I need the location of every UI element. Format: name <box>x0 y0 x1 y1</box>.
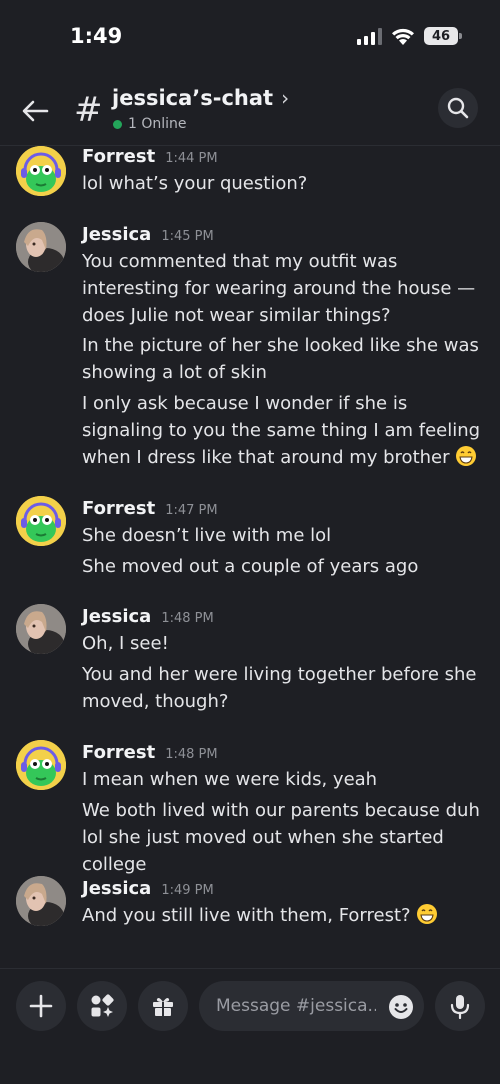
status-bar: 1:49 46 <box>0 0 500 80</box>
frog-headphones-avatar-icon <box>16 496 66 546</box>
wifi-icon <box>392 28 414 45</box>
author-name[interactable]: Jessica <box>82 224 151 245</box>
person-photo-avatar-icon <box>16 222 66 272</box>
gift-icon <box>153 998 173 1016</box>
message-timestamp: 1:49 PM <box>161 883 214 898</box>
message-text[interactable]: You commented that my outfit was interes… <box>82 248 487 329</box>
message-timestamp: 1:44 PM <box>165 151 218 166</box>
chevron-right-icon: › <box>281 86 290 110</box>
message-text[interactable]: She moved out a couple of years ago <box>82 553 487 580</box>
channel-hash-icon: # <box>74 90 103 130</box>
forrest-avatar[interactable] <box>16 146 66 196</box>
message-text[interactable]: Oh, I see! <box>82 630 487 657</box>
message-text[interactable]: I only ask because I wonder if she is si… <box>82 390 487 471</box>
message-timestamp: 1:48 PM <box>161 611 214 626</box>
message-input-wrapper <box>199 981 424 1031</box>
forrest-avatar[interactable] <box>16 496 66 546</box>
message-header: Forrest 1:44 PM <box>82 146 218 167</box>
cellular-signal-icon <box>357 27 382 45</box>
message-timestamp: 1:45 PM <box>161 229 214 244</box>
jessica-avatar[interactable] <box>16 876 66 926</box>
author-name[interactable]: Forrest <box>82 146 155 167</box>
online-status: 1 Online <box>113 116 187 132</box>
grinning-emoji-icon <box>417 904 438 924</box>
forrest-avatar[interactable] <box>16 740 66 790</box>
grinning-emoji-icon <box>456 446 477 466</box>
message-text-content: I only ask because I wonder if she is si… <box>82 393 481 468</box>
gift-button[interactable] <box>138 981 188 1031</box>
online-count: 1 Online <box>128 116 187 132</box>
message-header: Forrest 1:47 PM <box>82 498 218 519</box>
online-dot-icon <box>113 119 122 129</box>
person-photo-avatar-icon <box>16 604 66 654</box>
message-header: Jessica 1:45 PM <box>82 224 214 245</box>
battery-level: 46 <box>431 28 451 44</box>
search-icon <box>447 97 469 119</box>
jessica-avatar[interactable] <box>16 604 66 654</box>
message-list[interactable]: Forrest 1:44 PM lol what’s your question… <box>0 146 500 968</box>
jessica-avatar[interactable] <box>16 222 66 272</box>
message-header: Forrest 1:48 PM <box>82 742 218 763</box>
channel-title-button[interactable]: jessica’s-chat › <box>112 86 289 110</box>
message-composer <box>0 968 500 1084</box>
message-timestamp: 1:48 PM <box>165 747 218 762</box>
voice-message-button[interactable] <box>435 981 485 1031</box>
back-button[interactable] <box>18 94 52 128</box>
message-text[interactable]: We both lived with our parents because d… <box>82 797 487 878</box>
arrow-left-icon <box>22 100 49 122</box>
message-text[interactable]: And you still live with them, Forrest? <box>82 902 487 929</box>
microphone-icon <box>450 995 470 1019</box>
frog-headphones-avatar-icon <box>16 146 66 196</box>
search-button[interactable] <box>438 88 478 128</box>
person-photo-avatar-icon <box>16 876 66 926</box>
message-text[interactable]: lol what’s your question? <box>82 170 487 197</box>
frog-headphones-avatar-icon <box>16 740 66 790</box>
plus-icon <box>29 994 53 1018</box>
apps-button[interactable] <box>77 981 127 1031</box>
status-icons: 46 <box>357 26 462 46</box>
author-name[interactable]: Jessica <box>82 878 151 899</box>
author-name[interactable]: Jessica <box>82 606 151 627</box>
message-text[interactable]: She doesn’t live with me lol <box>82 522 487 549</box>
message-header: Jessica 1:48 PM <box>82 606 214 627</box>
author-name[interactable]: Forrest <box>82 742 155 763</box>
message-text[interactable]: In the picture of her she looked like sh… <box>82 332 487 386</box>
message-timestamp: 1:47 PM <box>165 503 218 518</box>
message-input[interactable] <box>216 996 376 1016</box>
apps-sparkle-icon <box>91 994 114 1017</box>
author-name[interactable]: Forrest <box>82 498 155 519</box>
add-attachment-button[interactable] <box>16 981 66 1031</box>
message-text-content: And you still live with them, Forrest? <box>82 905 411 926</box>
status-time: 1:49 <box>70 24 123 48</box>
channel-title: jessica’s-chat <box>112 86 274 110</box>
emoji-picker-icon[interactable] <box>388 994 414 1020</box>
channel-header: # jessica’s-chat › 1 Online <box>0 80 500 146</box>
message-text[interactable]: I mean when we were kids, yeah <box>82 766 487 793</box>
message-header: Jessica 1:49 PM <box>82 878 214 899</box>
battery-icon: 46 <box>424 27 462 45</box>
message-text[interactable]: You and her were living together before … <box>82 661 487 715</box>
